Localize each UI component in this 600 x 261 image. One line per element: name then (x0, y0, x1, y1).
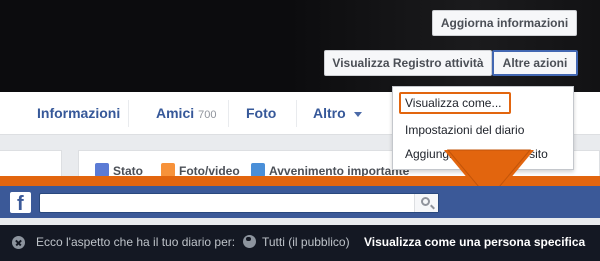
tab-divider (228, 100, 229, 127)
composer-status[interactable]: Stato (95, 163, 143, 178)
left-column-card (0, 150, 62, 180)
facebook-logo-icon[interactable]: f (10, 192, 31, 215)
friends-count: 700 (198, 109, 217, 121)
menu-item-add-timeline[interactable]: Aggiungi il diario al tuo sito (405, 147, 548, 161)
activity-log-button[interactable]: Visualizza Registro attività (324, 50, 492, 76)
view-as-description: Ecco l'aspetto che ha il tuo diario per: (36, 235, 236, 249)
menu-item-view-as[interactable]: Visualizza come... (399, 92, 511, 114)
view-as-specific-person-link[interactable]: Visualizza come una persona specifica (364, 235, 585, 249)
menu-item-timeline-settings[interactable]: Impostazioni del diario (405, 123, 524, 137)
tab-friends-label: Amici (156, 105, 195, 121)
composer-life-event[interactable]: Avvenimento importante (251, 163, 409, 178)
tab-info-label: Informazioni (37, 105, 121, 121)
tab-more[interactable]: Altro (313, 92, 362, 135)
tab-divider (128, 100, 129, 127)
view-as-infobar: Ecco l'aspetto che ha il tuo diario per:… (0, 225, 600, 261)
audience-selector[interactable]: Tutti (il pubblico) (262, 235, 350, 249)
search-button[interactable] (414, 194, 438, 212)
tab-info[interactable]: Informazioni (37, 92, 120, 135)
tab-photos[interactable]: Foto (246, 92, 276, 135)
composer-photo-label: Foto/video (179, 164, 240, 178)
photo-icon (161, 163, 175, 177)
composer-photo-video[interactable]: Foto/video (161, 163, 240, 178)
more-actions-button[interactable]: Altre azioni (492, 50, 578, 76)
tab-friends[interactable]: Amici 700 (156, 92, 216, 135)
update-info-button[interactable]: Aggiorna informazioni (432, 10, 577, 36)
search-icon (421, 197, 430, 206)
tab-photos-label: Foto (246, 105, 277, 121)
more-actions-menu: Visualizza come... Impostazioni del diar… (392, 86, 574, 170)
tab-divider (296, 100, 297, 127)
composer-status-label: Stato (113, 164, 143, 178)
composer-event-label: Avvenimento importante (269, 164, 410, 178)
search-input[interactable] (39, 193, 439, 213)
chevron-down-icon (353, 111, 362, 117)
facebook-header-bar: f (0, 186, 600, 218)
flag-icon (251, 163, 265, 177)
pencil-icon (95, 163, 109, 177)
close-icon[interactable] (12, 236, 25, 249)
tab-more-label: Altro (313, 105, 346, 121)
globe-icon (243, 235, 256, 248)
